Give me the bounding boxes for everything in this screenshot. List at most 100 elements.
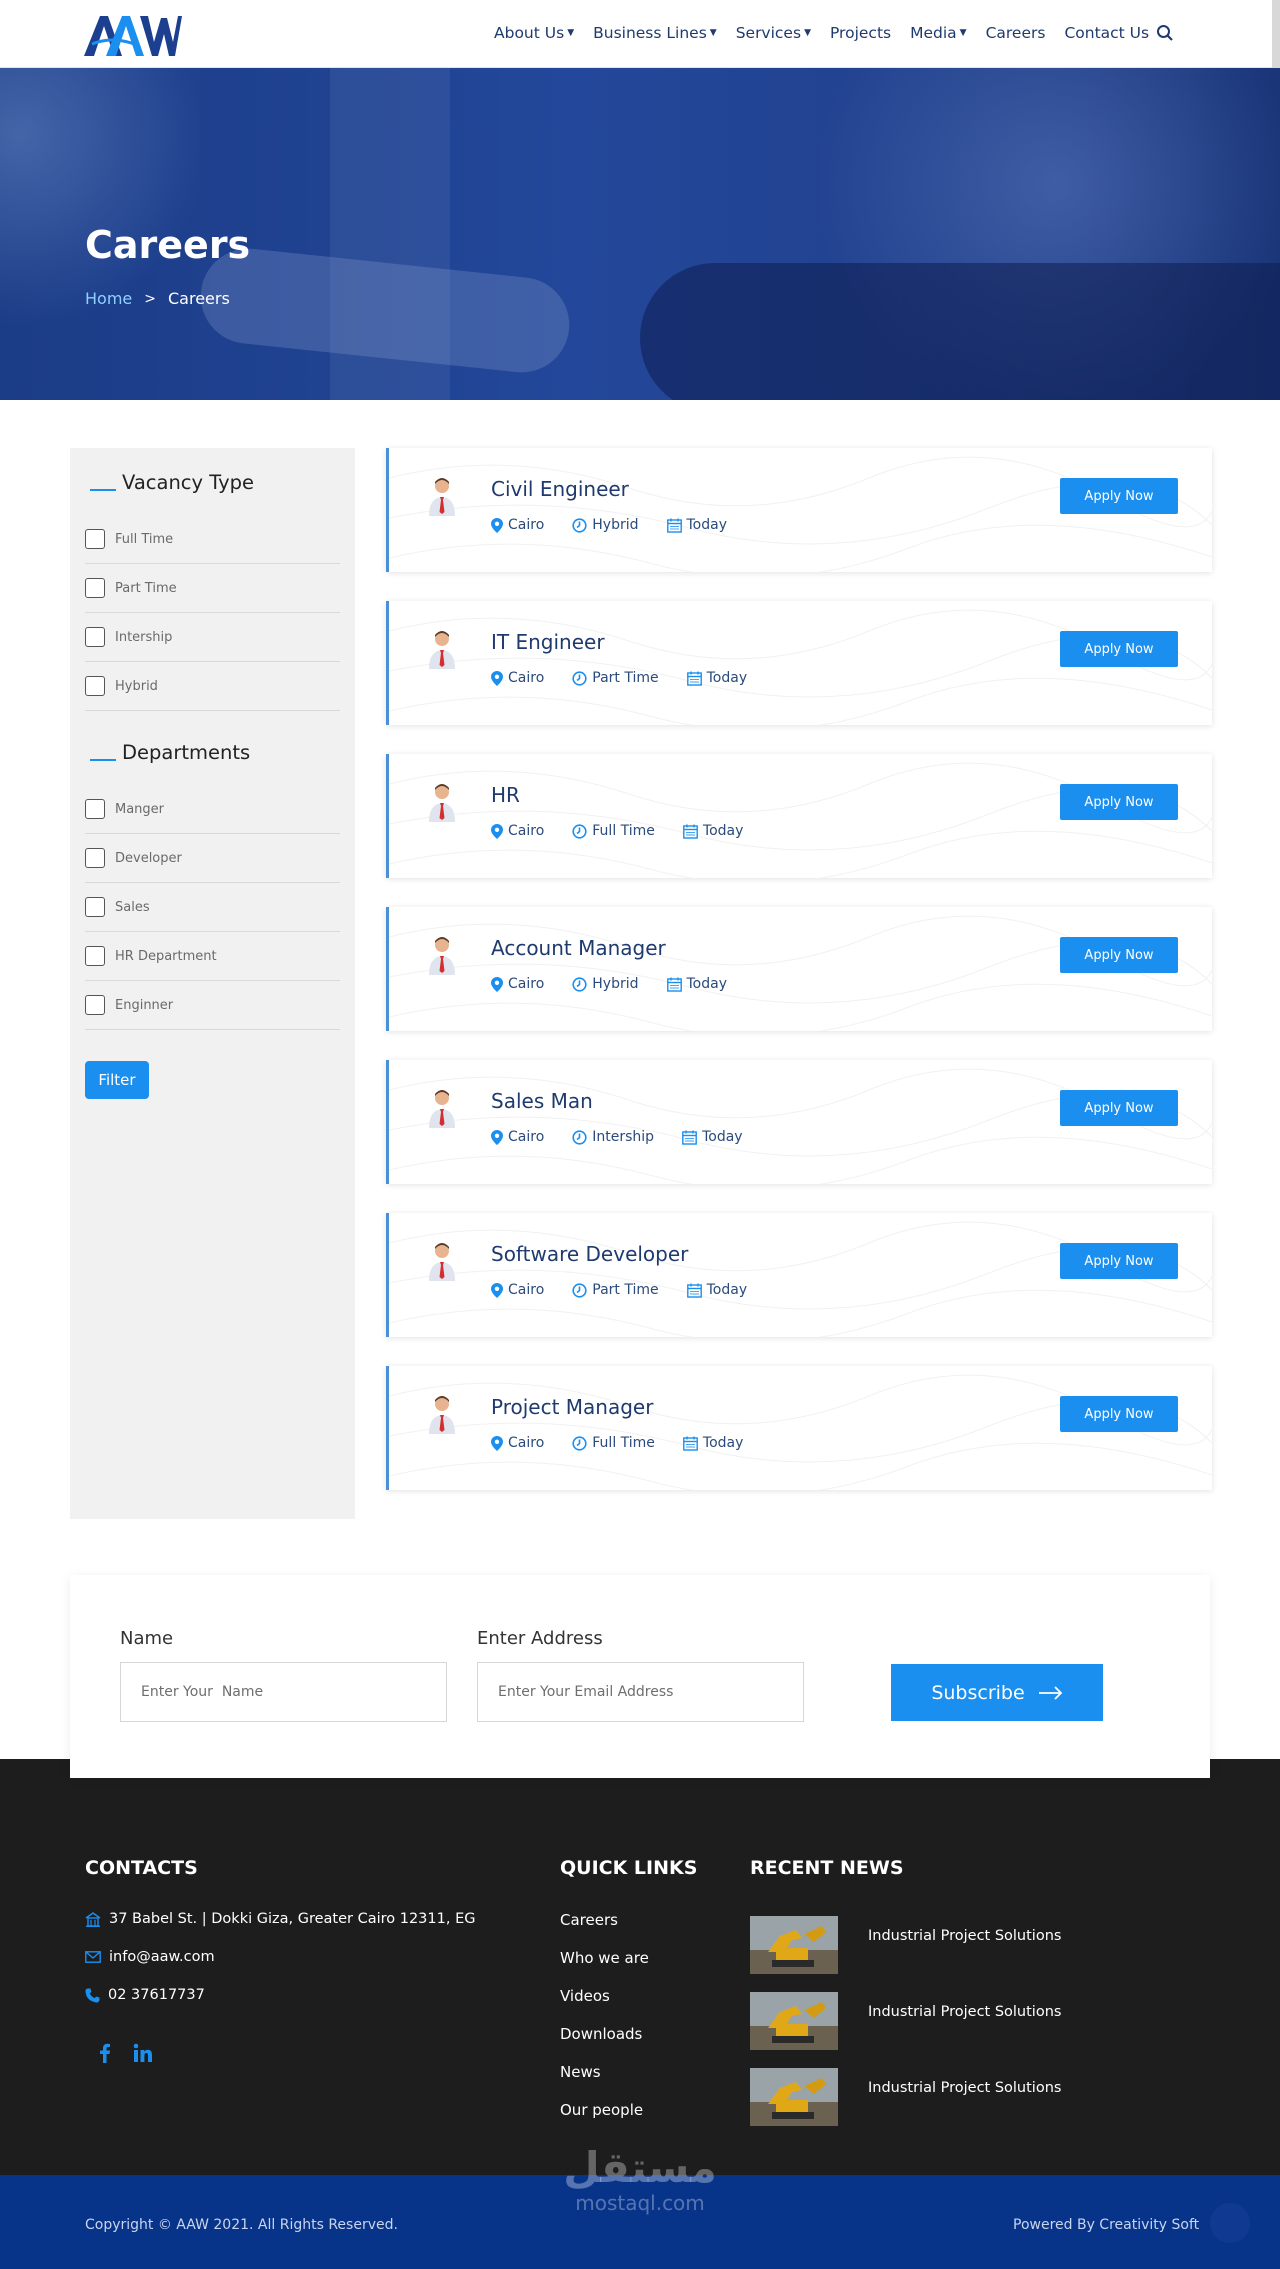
news-title[interactable]: Industrial Project Solutions (868, 2004, 1061, 2020)
envelope-icon (85, 1951, 101, 1963)
quick-links-heading: QUICK LINKS (560, 1857, 698, 1879)
scrollbar[interactable] (1272, 0, 1280, 68)
news-title[interactable]: Industrial Project Solutions (868, 1928, 1061, 1944)
linkedin-icon[interactable] (131, 2041, 155, 2065)
powered-by-text[interactable]: Powered By Creativity Soft (1013, 2217, 1199, 2233)
job-meta: Cairo Hybrid Today (491, 976, 755, 992)
quick-link-careers[interactable]: Careers (560, 1911, 618, 1929)
subscribe-button-label: Subscribe (931, 1681, 1025, 1704)
job-title[interactable]: Account Manager (491, 936, 666, 960)
job-title[interactable]: Project Manager (491, 1395, 653, 1419)
checkbox[interactable] (85, 897, 105, 917)
job-location: Cairo (491, 1435, 544, 1451)
name-field[interactable] (120, 1662, 447, 1722)
nav-about-us[interactable]: About Us ▼ (494, 24, 574, 42)
job-type: Full Time (572, 1435, 655, 1451)
nav-careers[interactable]: Careers (986, 24, 1046, 42)
mostaql-watermark: مستقل mostaql.com (563, 2143, 717, 2216)
job-type: Hybrid (572, 976, 639, 992)
caret-down-icon: ▼ (959, 28, 967, 38)
back-to-top-button[interactable] (1210, 2203, 1250, 2243)
news-title[interactable]: Industrial Project Solutions (868, 2080, 1061, 2096)
vacancy-option-part-time[interactable]: Part Time (85, 564, 340, 613)
department-option-developer[interactable]: Developer (85, 834, 340, 883)
checkbox[interactable] (85, 578, 105, 598)
excavator-thumbnail[interactable] (750, 1992, 838, 2050)
job-meta: Cairo Full Time Today (491, 1435, 771, 1451)
contact-email[interactable]: info@aaw.com (85, 1949, 215, 1965)
quick-link-videos[interactable]: Videos (560, 1987, 610, 2005)
vacancy-option-intership[interactable]: Intership (85, 613, 340, 662)
quick-link-downloads[interactable]: Downloads (560, 2025, 642, 2043)
vacancy-option-hybrid[interactable]: Hybrid (85, 662, 340, 711)
quick-link-news[interactable]: News (560, 2063, 601, 2081)
news-item[interactable]: Industrial Project Solutions (750, 1992, 1170, 2052)
contacts-heading: CONTACTS (85, 1857, 198, 1879)
apply-now-button[interactable]: Apply Now (1060, 1090, 1178, 1126)
job-date: Today (666, 517, 727, 533)
job-title[interactable]: Software Developer (491, 1242, 688, 1266)
email-field[interactable] (477, 1662, 804, 1722)
job-title[interactable]: IT Engineer (491, 630, 605, 654)
apply-now-button[interactable]: Apply Now (1060, 1243, 1178, 1279)
job-date: Today (666, 976, 727, 992)
job-card: Sales Man Cairo Intership Today Apply No… (386, 1060, 1212, 1184)
job-card: Software Developer Cairo Part Time Today… (386, 1213, 1212, 1337)
quick-link-who-we-are[interactable]: Who we are (560, 1949, 649, 1967)
checkbox[interactable] (85, 676, 105, 696)
chevron-right-icon: > (144, 290, 156, 307)
aaw-logo[interactable] (82, 10, 182, 60)
apply-now-button[interactable]: Apply Now (1060, 937, 1178, 973)
contact-phone[interactable]: 02 37617737 (85, 1987, 205, 2003)
checkbox[interactable] (85, 848, 105, 868)
vacancy-option-full-time[interactable]: Full Time (85, 515, 340, 564)
checkbox[interactable] (85, 995, 105, 1015)
checkbox[interactable] (85, 946, 105, 966)
location-pin-icon (491, 823, 503, 839)
clock-icon (572, 1435, 587, 1451)
calendar-icon (686, 1283, 702, 1298)
job-meta: Cairo Hybrid Today (491, 517, 755, 533)
department-option-enginner[interactable]: Enginner (85, 981, 340, 1030)
job-title[interactable]: HR (491, 783, 520, 807)
avatar-icon (427, 1088, 457, 1128)
apply-now-button[interactable]: Apply Now (1060, 631, 1178, 667)
job-date: Today (686, 1282, 747, 1298)
nav-projects[interactable]: Projects (830, 24, 891, 42)
nav-business-lines[interactable]: Business Lines ▼ (593, 24, 717, 42)
location-pin-icon (491, 670, 503, 686)
location-pin-icon (491, 1129, 503, 1145)
page-title: Careers (85, 223, 251, 267)
subscribe-button[interactable]: Subscribe (891, 1664, 1103, 1721)
checkbox[interactable] (85, 627, 105, 647)
job-title[interactable]: Civil Engineer (491, 477, 629, 501)
facebook-icon[interactable] (93, 2041, 117, 2065)
apply-now-button[interactable]: Apply Now (1060, 1396, 1178, 1432)
filter-sidebar: Vacancy Type Full Time Part Time Intersh… (70, 448, 355, 1519)
avatar-icon (427, 935, 457, 975)
search-icon[interactable] (1156, 24, 1174, 42)
filter-button[interactable]: Filter (85, 1061, 149, 1099)
checkbox[interactable] (85, 799, 105, 819)
breadcrumb-home-link[interactable]: Home (85, 289, 132, 308)
nav-media[interactable]: Media ▼ (910, 24, 966, 42)
department-option-manger[interactable]: Manger (85, 785, 340, 834)
news-item[interactable]: Industrial Project Solutions (750, 2068, 1170, 2128)
excavator-thumbnail[interactable] (750, 2068, 838, 2126)
news-item[interactable]: Industrial Project Solutions (750, 1916, 1170, 1976)
job-title[interactable]: Sales Man (491, 1089, 593, 1113)
job-card: IT Engineer Cairo Part Time Today Apply … (386, 601, 1212, 725)
location-pin-icon (491, 1282, 503, 1298)
calendar-icon (666, 977, 682, 992)
job-meta: Cairo Part Time Today (491, 1282, 775, 1298)
departments-heading: Departments (90, 741, 250, 764)
department-option-sales[interactable]: Sales (85, 883, 340, 932)
nav-services[interactable]: Services ▼ (736, 24, 811, 42)
excavator-thumbnail[interactable] (750, 1916, 838, 1974)
quick-link-our-people[interactable]: Our people (560, 2101, 643, 2119)
checkbox[interactable] (85, 529, 105, 549)
apply-now-button[interactable]: Apply Now (1060, 784, 1178, 820)
apply-now-button[interactable]: Apply Now (1060, 478, 1178, 514)
department-option-hr[interactable]: HR Department (85, 932, 340, 981)
nav-contact-us[interactable]: Contact Us (1064, 24, 1149, 42)
